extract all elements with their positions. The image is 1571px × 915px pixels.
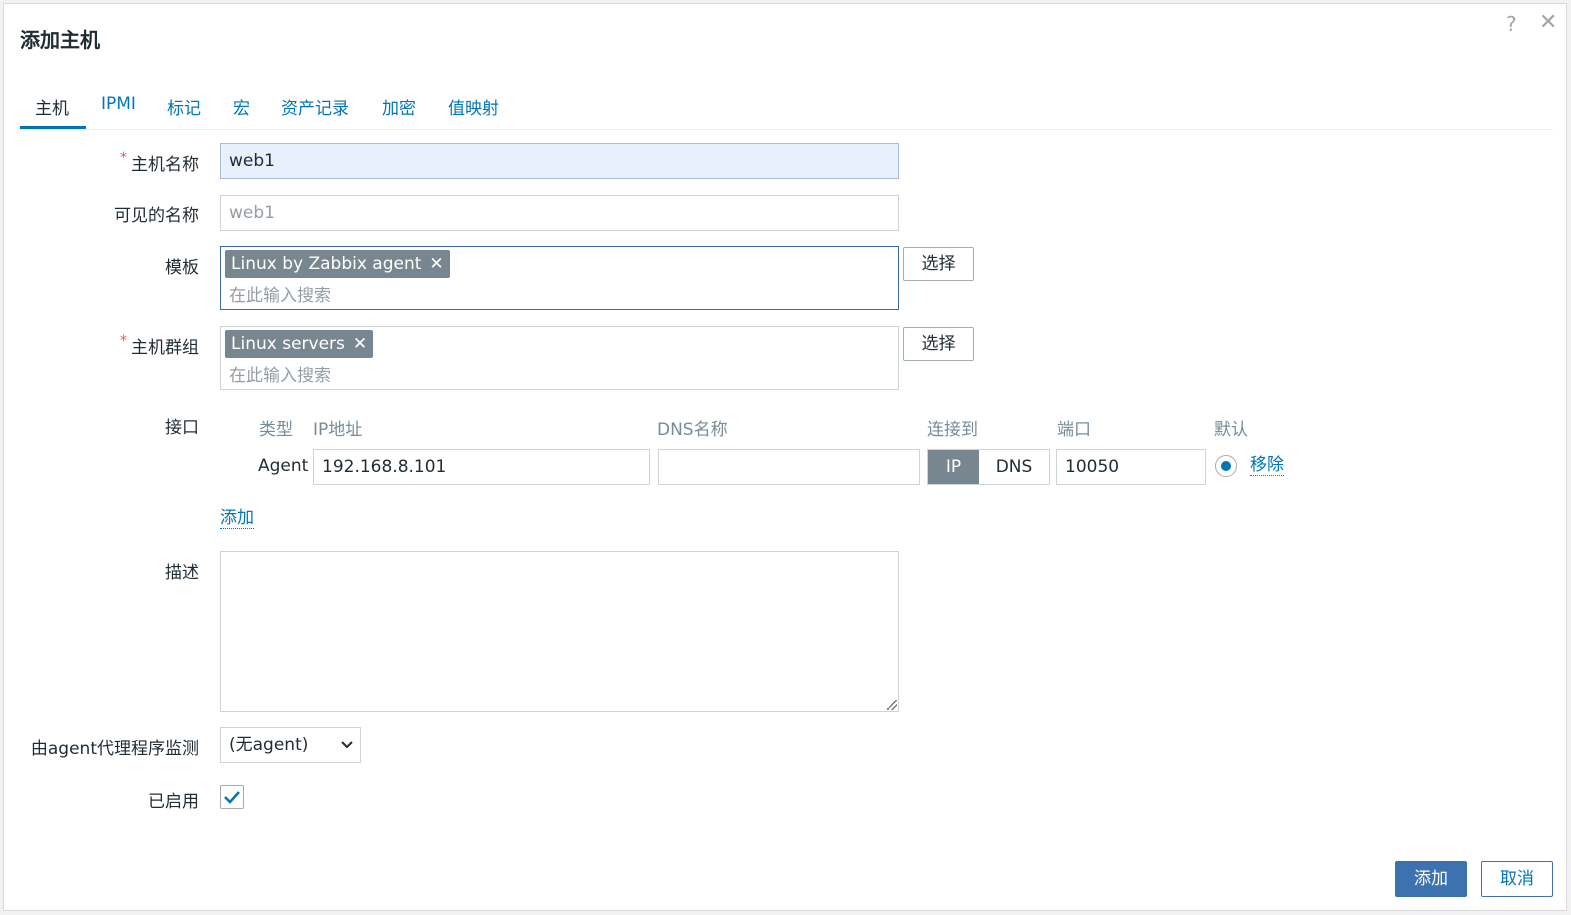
remove-interface-link[interactable]: 移除 <box>1250 455 1284 476</box>
interface-ip-input[interactable]: 192.168.8.101 <box>313 449 650 485</box>
tab-tags[interactable]: 标记 <box>167 94 201 119</box>
enabled-checkbox[interactable] <box>220 785 244 809</box>
tab-value-mapping[interactable]: 值映射 <box>448 94 499 119</box>
add-interface-link[interactable]: 添加 <box>220 508 254 529</box>
interface-dns-input[interactable] <box>658 449 920 485</box>
col-ip: IP地址 <box>313 420 363 440</box>
interface-port-input[interactable]: 10050 <box>1056 449 1206 485</box>
monitored-by-label: 由agent代理程序监测 <box>30 739 199 759</box>
connect-ip-button[interactable]: IP <box>928 450 979 484</box>
col-type: 类型 <box>259 420 293 440</box>
connect-to-toggle: IP DNS <box>927 449 1050 485</box>
question-icon[interactable]: ? <box>1506 12 1517 36</box>
add-host-dialog: 添加主机 ? ✕ 主机 IPMI 标记 宏 资产记录 加密 值映射 * 主机名称 … <box>3 3 1567 911</box>
description-textarea[interactable] <box>220 551 899 712</box>
tab-ipmi[interactable]: IPMI <box>101 94 136 114</box>
connect-dns-button[interactable]: DNS <box>979 450 1049 484</box>
radio-dot <box>1221 461 1231 471</box>
col-port: 端口 <box>1057 420 1091 440</box>
templates-label: 模板 <box>165 258 199 278</box>
host-groups-multiselect[interactable]: Linux servers ✕ 在此输入搜索 <box>220 326 899 390</box>
col-dns: DNS名称 <box>657 420 728 440</box>
remove-chip-icon[interactable]: ✕ <box>429 254 443 274</box>
tab-inventory[interactable]: 资产记录 <box>281 94 349 119</box>
close-icon[interactable]: ✕ <box>1539 10 1557 35</box>
add-button[interactable]: 添加 <box>1395 861 1467 897</box>
interface-type: Agent <box>258 456 309 476</box>
default-interface-radio[interactable] <box>1215 455 1237 477</box>
col-default: 默认 <box>1214 420 1248 440</box>
visible-name-input[interactable]: web1 <box>220 195 899 231</box>
templates-select-button[interactable]: 选择 <box>903 247 974 281</box>
tab-bar: 主机 IPMI 标记 宏 资产记录 加密 值映射 <box>20 86 1553 130</box>
tab-host[interactable]: 主机 <box>35 94 69 119</box>
resize-handle-icon[interactable] <box>887 700 897 710</box>
description-label: 描述 <box>165 563 199 583</box>
host-name-input[interactable]: web1 <box>220 143 899 179</box>
required-mark: * <box>120 150 127 166</box>
template-chip: Linux by Zabbix agent ✕ <box>225 250 450 278</box>
required-mark: * <box>120 333 127 349</box>
chevron-down-icon <box>341 741 353 749</box>
enabled-label: 已启用 <box>148 792 199 812</box>
host-groups-label: * 主机群组 <box>120 333 199 358</box>
dialog-title: 添加主机 <box>20 28 100 52</box>
templates-search-input[interactable]: 在此输入搜索 <box>229 281 331 306</box>
monitored-by-select[interactable]: (无agent) <box>220 727 361 763</box>
host-groups-search-input[interactable]: 在此输入搜索 <box>229 361 331 386</box>
remove-chip-icon[interactable]: ✕ <box>353 334 367 354</box>
tab-encryption[interactable]: 加密 <box>382 94 416 119</box>
cancel-button[interactable]: 取消 <box>1481 861 1553 897</box>
templates-multiselect[interactable]: Linux by Zabbix agent ✕ 在此输入搜索 <box>220 246 899 310</box>
host-name-label: * 主机名称 <box>120 150 199 175</box>
interfaces-label: 接口 <box>165 418 199 438</box>
visible-name-label: 可见的名称 <box>114 206 199 226</box>
col-connect: 连接到 <box>927 420 978 440</box>
checkmark-icon <box>224 791 240 804</box>
active-tab-indicator <box>20 126 86 129</box>
host-groups-select-button[interactable]: 选择 <box>903 327 974 361</box>
tab-macros[interactable]: 宏 <box>233 94 250 119</box>
host-group-chip: Linux servers ✕ <box>225 330 374 358</box>
